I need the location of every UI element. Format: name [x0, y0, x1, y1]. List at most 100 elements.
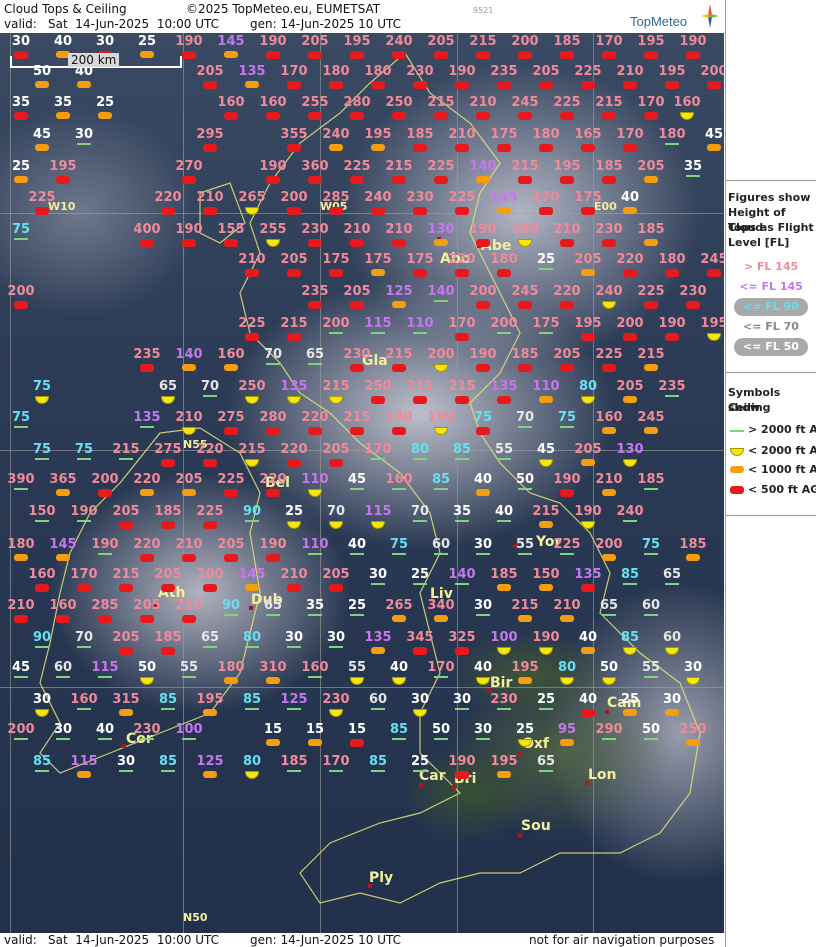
ceiling-symbol [308, 553, 322, 555]
ceiling-symbol [224, 489, 238, 497]
cloud-top-value: 220 [133, 537, 161, 552]
ceiling-symbol [539, 521, 553, 528]
ceiling-symbol [392, 239, 406, 247]
cloud-top-value: 195 [658, 64, 686, 79]
ceiling-symbol [245, 646, 259, 648]
ceiling-symbol [350, 51, 364, 59]
city-label: Ply [369, 870, 394, 886]
ceiling-symbol [287, 708, 301, 710]
ceiling-symbol [665, 269, 679, 277]
cloud-top-value: 220 [448, 252, 476, 267]
cloud-top-value: 250 [679, 722, 707, 737]
ceiling-symbol [350, 239, 364, 247]
cloud-top-value: 65 [263, 598, 283, 613]
cloud-top-value: 30 [284, 630, 304, 645]
cloud-top-value: 155 [217, 222, 245, 237]
cloud-top-value: 75 [74, 442, 94, 457]
satellite-map[interactable]: W10W05E00N55N50AboAbeGlaBelYorAthDubLivB… [0, 33, 724, 933]
cloud-top-value: 400 [133, 222, 161, 237]
cloud-top-value: 225 [553, 537, 581, 552]
cloud-top-value: 55 [641, 660, 661, 675]
ceiling-symbol [98, 489, 112, 497]
ceiling-symbol [371, 647, 385, 654]
cloud-top-value: 60 [368, 692, 388, 707]
ceiling-symbol [644, 51, 658, 59]
ceiling-symbol [644, 488, 658, 490]
ceiling-symbol [56, 615, 70, 623]
ceiling-symbol [245, 708, 259, 710]
legend-lt500: < 500 ft AGL [748, 483, 816, 496]
cloud-top-value: 230 [679, 284, 707, 299]
legend-divider [726, 180, 816, 181]
cloud-top-value: 200 [427, 347, 455, 362]
cloud-top-value: 310 [259, 660, 287, 675]
ceiling-symbol [392, 112, 406, 120]
ceiling-symbol [203, 395, 217, 397]
ceiling-symbol [14, 615, 28, 623]
ceiling-symbol [98, 112, 112, 119]
cloud-top-value: 190 [532, 630, 560, 645]
cloud-top-value: 210 [175, 410, 203, 425]
ceiling-symbol [560, 239, 574, 247]
cloud-top-value: 30 [662, 692, 682, 707]
cloud-top-value: 65 [305, 347, 325, 362]
ceiling-symbol [602, 51, 616, 59]
ceiling-symbol [665, 395, 679, 397]
ceiling-symbol [434, 738, 448, 740]
ceiling-symbol [623, 207, 637, 214]
cloud-top-value: 220 [196, 442, 224, 457]
cloud-top-value: 195 [700, 316, 724, 331]
cloud-top-value: 200 [616, 316, 644, 331]
ceiling-symbol [476, 239, 490, 247]
scale-label: 200 km [68, 53, 120, 67]
ceiling-symbol [245, 81, 259, 88]
ceiling-symbol [434, 51, 448, 59]
ceiling-symbol [287, 144, 301, 152]
cloud-top-value: 145 [49, 537, 77, 552]
cloud-top-value: 170 [70, 567, 98, 582]
ceiling-symbol [518, 677, 532, 684]
cloud-top-value: 110 [406, 316, 434, 331]
cloud-top-value: 355 [280, 127, 308, 142]
ceiling-symbol [644, 112, 658, 120]
ceiling-symbol [350, 364, 364, 372]
ceiling-symbol [98, 553, 112, 555]
ceiling-symbol [203, 521, 217, 529]
cloud-top-value: 35 [53, 95, 73, 110]
cloud-top-value: 275 [154, 442, 182, 457]
ceiling-symbol [560, 176, 574, 184]
ceiling-symbol [119, 770, 133, 772]
cloud-top-value: 70 [515, 410, 535, 425]
cloud-top-value: 220 [154, 190, 182, 205]
legend-le145: <= FL 145 [739, 280, 803, 293]
ceiling-symbol [182, 554, 196, 562]
ceiling-symbol [602, 427, 616, 434]
cloud-top-value: 220 [133, 472, 161, 487]
ceiling-symbol [224, 554, 238, 562]
cloud-top-value: 195 [574, 316, 602, 331]
ceiling-symbol [644, 614, 658, 616]
ceiling-symbol [518, 51, 532, 59]
ceiling-symbol [308, 51, 322, 59]
ceiling-symbol [581, 647, 595, 654]
ceiling-symbol [203, 81, 217, 89]
ceiling-symbol [476, 51, 490, 59]
cloud-top-value: 210 [616, 64, 644, 79]
ceiling-symbol [308, 427, 322, 435]
cloud-top-value: 175 [532, 316, 560, 331]
cloud-top-value: 190 [658, 316, 686, 331]
ceiling-symbol [203, 207, 217, 215]
cloud-top-value: 205 [217, 537, 245, 552]
cloud-top-value: 210 [469, 95, 497, 110]
grid-label: N50 [183, 911, 208, 924]
cloud-top-value: 205 [196, 64, 224, 79]
cloud-top-value: 75 [32, 379, 52, 394]
cloud-top-value: 205 [112, 630, 140, 645]
cloud-top-value: 75 [32, 442, 52, 457]
ceiling-symbol [476, 427, 490, 435]
ceiling-symbol [560, 489, 574, 497]
legend-gt2000: > 2000 ft AGL [748, 423, 816, 436]
cloud-top-value: 160 [217, 95, 245, 110]
ceiling-symbol [560, 301, 574, 309]
valid-label: valid: [4, 17, 37, 31]
